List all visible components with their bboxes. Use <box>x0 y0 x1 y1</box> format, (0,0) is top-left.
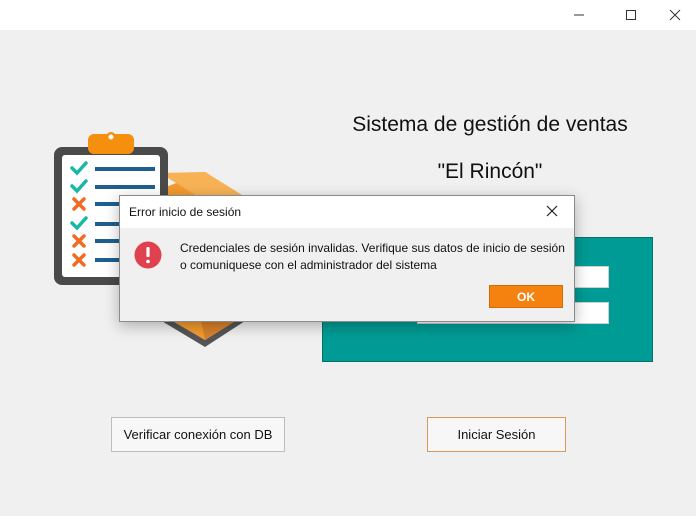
dialog-close-icon[interactable] <box>544 203 560 219</box>
dialog-titlebar: Error inicio de sesión <box>120 196 574 228</box>
ok-button[interactable]: OK <box>489 285 563 308</box>
verify-db-button[interactable]: Verificar conexión con DB <box>111 417 285 452</box>
maximize-button[interactable] <box>608 0 654 30</box>
close-icon <box>669 9 681 21</box>
minimize-button[interactable] <box>556 0 602 30</box>
error-icon <box>134 241 162 269</box>
login-button[interactable]: Iniciar Sesión <box>427 417 566 452</box>
dialog-title: Error inicio de sesión <box>129 205 242 219</box>
maximize-icon <box>626 10 636 20</box>
list-line <box>95 185 155 189</box>
error-dialog: Error inicio de sesión Credenciales de s… <box>119 195 575 322</box>
minimize-icon <box>574 14 584 16</box>
close-button[interactable] <box>652 0 696 30</box>
app-subtitle: "El Rincón" <box>437 160 543 183</box>
window-titlebar <box>0 0 696 30</box>
dialog-message: Credenciales de sesión invalidas. Verifi… <box>180 241 565 272</box>
app-title: Sistema de gestión de ventas <box>352 113 628 136</box>
list-line <box>95 167 155 171</box>
